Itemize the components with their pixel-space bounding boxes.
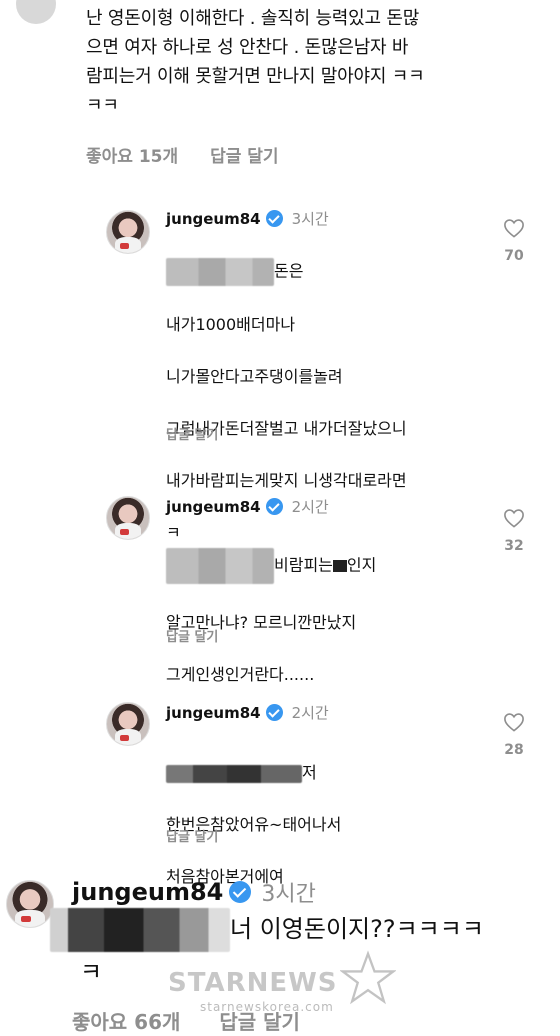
big-comment-line: 너 이영돈이지??ㅋㅋㅋㅋ	[50, 908, 484, 952]
reply-line: 비람피는	[274, 555, 333, 575]
username[interactable]: jungeum84	[166, 210, 261, 228]
reply-line: 저	[302, 763, 317, 782]
comment-line: 람피는거 이해 못할거면 만나지 말아야지 ㅋㅋ	[86, 66, 425, 87]
comment-line: 으면 여자 하나로 성 안찬다 . 돈많은남자 바	[86, 37, 409, 58]
redacted-block	[50, 908, 230, 952]
reply-button[interactable]: 답글 달기	[166, 424, 218, 443]
likes-count[interactable]: 좋아요 15개	[86, 147, 178, 167]
avatar[interactable]	[6, 880, 54, 928]
verified-badge-icon	[265, 210, 283, 227]
main-comment-meta: 좋아요 15개 답글 달기	[86, 142, 305, 167]
like-control[interactable]: 32	[494, 508, 534, 554]
main-comment-text: 난 영돈이형 이해한다 . 솔직히 능력있고 돈많 으면 여자 하나로 성 안찬…	[86, 4, 425, 120]
verified-badge-icon	[229, 881, 252, 903]
comment-line: 너 이영돈이지??ㅋㅋㅋㅋ	[230, 915, 484, 943]
avatar[interactable]	[16, 0, 56, 24]
like-count: 70	[504, 248, 524, 264]
big-comment-header: jungeum84 3시간	[72, 876, 316, 908]
comment-line: ㅋㅋ	[86, 95, 119, 116]
reply-header: jungeum84 2시간	[166, 496, 329, 517]
reply-line: 그게인생인거란다......	[166, 665, 315, 684]
like-control[interactable]: 28	[494, 712, 534, 758]
reply-header: jungeum84 2시간	[166, 702, 329, 723]
reply-line: 니가몰안다고주댕이를놀려	[166, 367, 343, 386]
avatar[interactable]	[106, 702, 150, 746]
reply-button[interactable]: 답글 달기	[166, 626, 218, 645]
heart-icon[interactable]	[503, 218, 525, 238]
timestamp: 3시간	[291, 210, 329, 228]
reply-text: 돈은 내가1000배더마나 니가몰안다고주댕이를놀려 그럼내가돈더잘벌고 내가더…	[166, 232, 407, 572]
timestamp: 2시간	[291, 704, 329, 722]
star-icon	[340, 950, 396, 1005]
like-count: 28	[504, 742, 524, 758]
username[interactable]: jungeum84	[72, 878, 223, 906]
likes-count[interactable]: 좋아요 66개	[72, 1010, 180, 1034]
avatar[interactable]	[106, 496, 150, 540]
reply-header: jungeum84 3시간	[166, 208, 329, 229]
reply-first-line: 비람피는 인지	[166, 548, 376, 584]
verified-badge-icon	[265, 704, 283, 721]
like-count: 32	[504, 538, 524, 554]
reply-first-line: 돈은	[166, 258, 407, 286]
timestamp: 2시간	[291, 498, 329, 516]
comment-line: 난 영돈이형 이해한다 . 솔직히 능력있고 돈많	[86, 8, 420, 29]
reply-button[interactable]: 답글 달기	[166, 826, 218, 845]
reply-first-line: 저	[166, 760, 341, 786]
heart-icon[interactable]	[503, 508, 525, 528]
watermark-url: starnewskorea.com	[200, 1000, 334, 1014]
like-control[interactable]: 70	[494, 218, 534, 264]
reply-line: 돈은	[274, 261, 304, 281]
redacted-block	[166, 764, 302, 783]
redacted-block	[332, 560, 347, 572]
redacted-block	[166, 258, 274, 286]
reply-line: 내가바람피는게맞지 니생각대로라면	[166, 471, 407, 490]
watermark-logo: STARNEWS	[168, 968, 338, 998]
reply-line: 인지	[346, 555, 377, 575]
heart-icon[interactable]	[503, 712, 525, 732]
reply-button[interactable]: 답글 달기	[210, 147, 278, 167]
username[interactable]: jungeum84	[166, 498, 261, 516]
verified-badge-icon	[265, 498, 283, 515]
timestamp: 3시간	[261, 882, 316, 907]
redacted-block	[166, 548, 274, 584]
reply-line: 내가1000배더마나	[166, 315, 296, 334]
reply-text: 비람피는 인지 알고만나냐? 모르니깐만났지 그게인생인거란다......	[166, 522, 376, 714]
avatar[interactable]	[106, 210, 150, 254]
username[interactable]: jungeum84	[166, 704, 261, 722]
